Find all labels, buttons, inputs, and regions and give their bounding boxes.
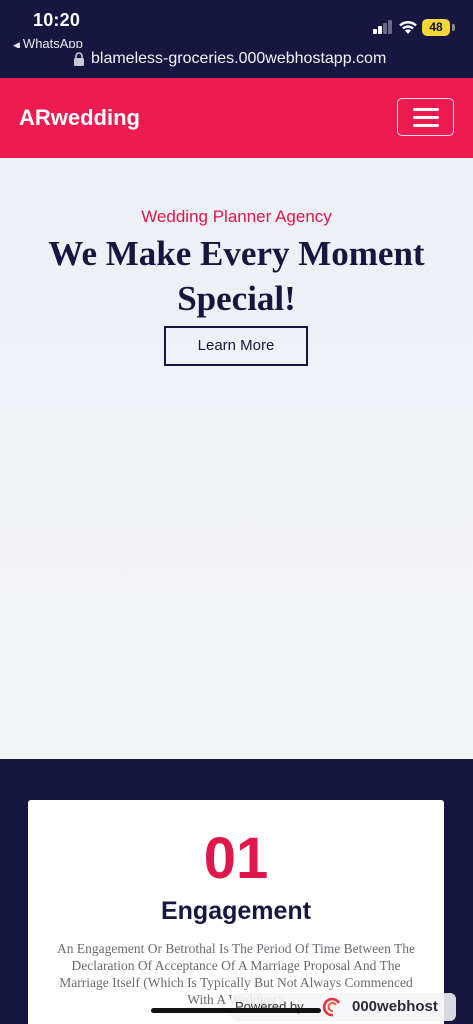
home-indicator[interactable] [151,1008,321,1013]
lock-icon [74,52,84,66]
service-number: 01 [203,826,269,891]
webhost-logo-icon [322,997,341,1017]
powered-by-badge[interactable]: Powered by 000webhost [231,993,456,1021]
hero-section: Wedding Planner Agency We Make Every Mom… [0,158,473,759]
learn-more-button[interactable]: Learn More [164,326,308,366]
url-text: blameless-groceries.000webhostapp.com [91,50,387,67]
status-bar: 10:20 ◀ WhatsApp 48 [0,0,473,51]
menu-toggle-button[interactable] [397,98,454,136]
hamburger-icon [413,108,439,111]
host-name: 000webhost [352,998,438,1015]
brand-logo[interactable]: ARwedding [19,105,140,131]
cellular-signal-icon [373,20,393,34]
site-navbar: ARwedding [0,78,473,158]
service-title: Engagement [160,897,312,925]
status-time: 10:20 [33,10,81,30]
hero-subtitle: Wedding Planner Agency [141,207,332,226]
address-bar[interactable]: blameless-groceries.000webhostapp.com [0,48,473,78]
service-card: 01 Engagement An Engagement Or Betrothal… [28,800,444,1024]
hero-title: We Make Every Moment Special! [48,234,425,318]
services-section: 01 Engagement An Engagement Or Betrothal… [0,759,473,1024]
battery-icon: 48 [422,19,450,36]
wifi-icon [399,20,417,34]
battery-tip [452,24,455,31]
